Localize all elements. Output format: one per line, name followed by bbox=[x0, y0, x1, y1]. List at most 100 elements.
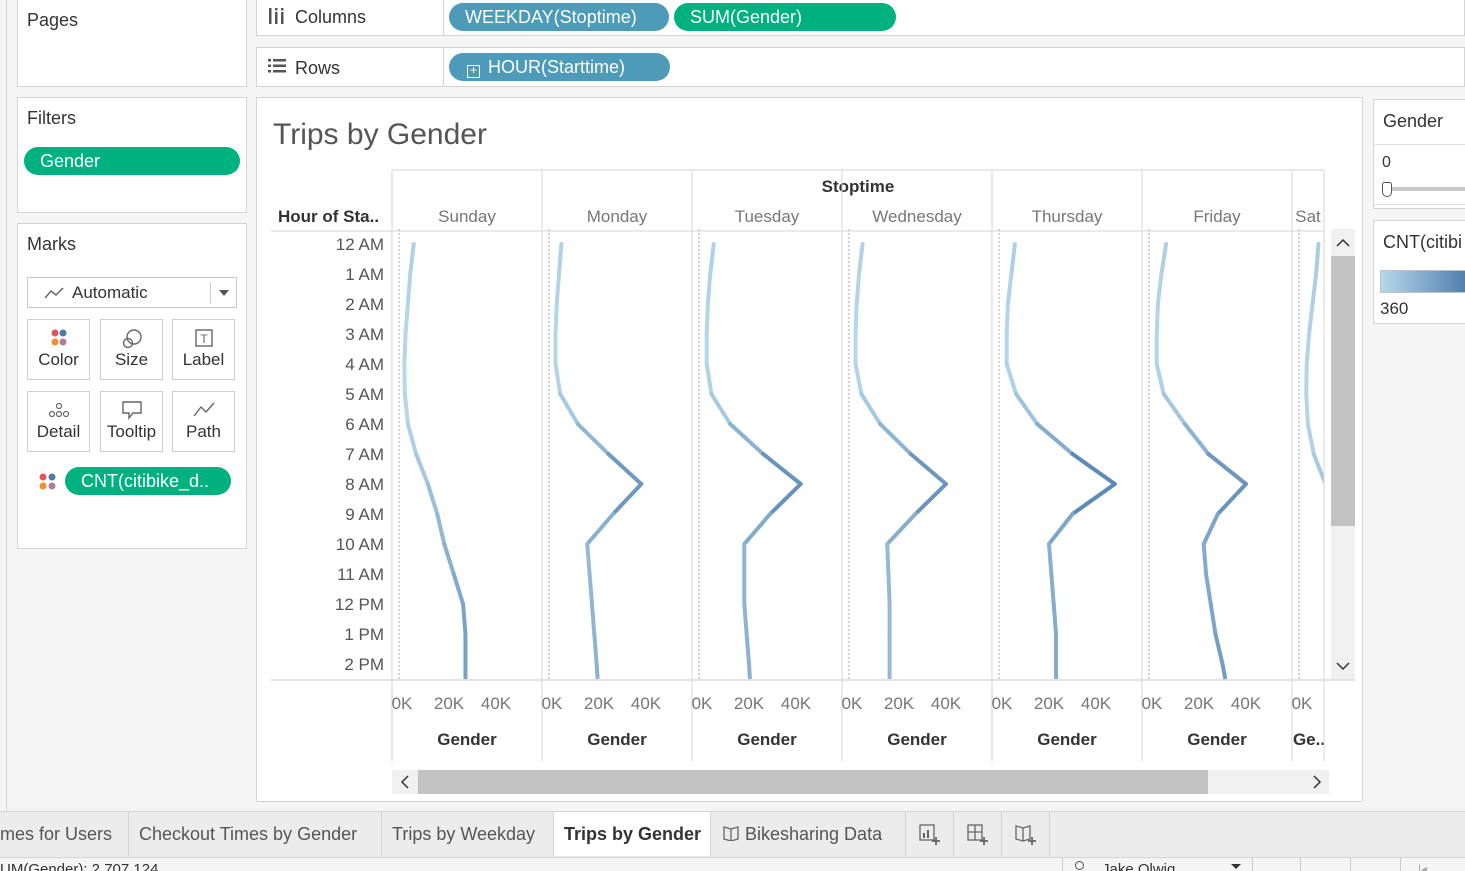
mark-type-dropdown[interactable]: Automatic bbox=[27, 277, 237, 308]
series-segment-4-6 bbox=[1035, 422, 1075, 456]
tooltip-button[interactable]: Tooltip bbox=[100, 391, 163, 452]
series-tail-6 bbox=[1358, 664, 1359, 679]
chevron-down-icon bbox=[219, 290, 229, 296]
marks-title: Marks bbox=[27, 234, 76, 254]
series-segment-4-11 bbox=[1049, 572, 1056, 606]
series-segment-3-9 bbox=[885, 512, 918, 546]
detail-button[interactable]: Detail bbox=[27, 391, 90, 452]
row-label-13: 1 PM bbox=[344, 625, 384, 644]
dropdown-divider bbox=[210, 282, 211, 303]
columns-shelf: Columns WEEKDAY(Stoptime) SUM(Gender) bbox=[256, 0, 1465, 36]
axis-title-5: Gender bbox=[1187, 730, 1247, 749]
series-segment-2-0 bbox=[708, 242, 716, 276]
series-segment-4-8 bbox=[1070, 482, 1117, 516]
series-segment-6-0 bbox=[1314, 242, 1321, 276]
label-button[interactable]: T Label bbox=[172, 319, 235, 380]
tab-trips-by-weekday[interactable]: Trips by Weekday bbox=[382, 812, 554, 856]
series-segment-6-5 bbox=[1304, 392, 1310, 426]
series-segment-4-10 bbox=[1047, 542, 1054, 576]
pane-1: Monday 0K 20K 40K Gender bbox=[541, 170, 662, 761]
series-segment-1-0 bbox=[557, 242, 564, 276]
tab-bikesharing-data[interactable]: Bikesharing Data bbox=[711, 812, 906, 856]
series-segment-1-1 bbox=[554, 272, 562, 306]
rows-pill-hour[interactable]: + HOUR(Starttime) bbox=[449, 53, 670, 81]
series-segment-1-12 bbox=[589, 602, 597, 636]
series-segment-2-8 bbox=[768, 482, 803, 516]
filter-pill-gender[interactable]: Gender bbox=[24, 147, 240, 175]
row-label-1: 1 AM bbox=[345, 265, 384, 284]
pages-title: Pages bbox=[27, 10, 79, 30]
pane-header-2: Tuesday bbox=[735, 207, 800, 226]
new-dashboard-button[interactable] bbox=[954, 812, 1002, 856]
pane-header-5: Friday bbox=[1193, 207, 1241, 226]
pane-3: Wednesday 0K 20K 40K Gender bbox=[841, 170, 962, 761]
row-label-4: 4 AM bbox=[345, 355, 384, 374]
axis-title-1: Gender bbox=[587, 730, 647, 749]
size-button[interactable]: Size bbox=[100, 319, 163, 380]
columns-label: Columns bbox=[295, 7, 367, 27]
series-segment-1-7 bbox=[606, 452, 644, 486]
first-page-icon[interactable]: |◂ bbox=[1418, 862, 1427, 871]
label-button-label: Label bbox=[182, 350, 225, 369]
color-button[interactable]: Color bbox=[27, 319, 90, 380]
series-segment-5-4 bbox=[1154, 362, 1166, 396]
rows-label: Rows bbox=[295, 58, 341, 78]
cnt-legend-card: CNT(citibi 360 bbox=[1373, 220, 1465, 324]
gender-legend-card: Gender 0 bbox=[1373, 99, 1465, 209]
tab-checkout-times-by-gender[interactable]: Checkout Times by Gender bbox=[129, 812, 382, 856]
series-segment-5-12 bbox=[1208, 602, 1218, 636]
series-segment-0-11 bbox=[451, 572, 466, 606]
series-segment-0-12 bbox=[461, 602, 468, 636]
path-button[interactable]: Path bbox=[172, 391, 235, 452]
series-segment-2-9 bbox=[742, 512, 773, 546]
series-segment-2-1 bbox=[705, 272, 713, 306]
cnt-color-ramp bbox=[1380, 270, 1465, 293]
marks-field-pill[interactable]: CNT(citibike_d.. bbox=[65, 467, 231, 495]
axis-title-2: Gender bbox=[737, 730, 797, 749]
axis-tick-4-0: 0K bbox=[992, 694, 1013, 713]
size-icon bbox=[101, 320, 162, 350]
gender-slider-handle[interactable] bbox=[1382, 182, 1392, 197]
row-label-6: 6 AM bbox=[345, 415, 384, 434]
series-segment-2-5 bbox=[709, 392, 733, 426]
gender-slider-track[interactable] bbox=[1384, 187, 1465, 191]
series-segment-0-1 bbox=[405, 272, 413, 306]
new-story-button[interactable] bbox=[1002, 812, 1050, 856]
columns-pill-sum-gender[interactable]: SUM(Gender) bbox=[674, 3, 896, 31]
series-segment-0-0 bbox=[408, 242, 416, 276]
pane-header-4: Thursday bbox=[1032, 207, 1103, 226]
color-field-icon bbox=[38, 472, 58, 497]
tab-times-for-users[interactable]: mes for Users bbox=[0, 812, 129, 856]
status-text: UM(Gender): 2,707,124 bbox=[0, 861, 159, 871]
series-segment-3-5 bbox=[859, 392, 883, 426]
status-divider-3 bbox=[1300, 858, 1301, 871]
tooltip-button-label: Tooltip bbox=[106, 422, 157, 441]
series-segment-3-0 bbox=[857, 242, 865, 276]
series-segment-0-6 bbox=[405, 422, 419, 456]
column-field-header: Stoptime bbox=[822, 177, 895, 196]
series-segment-2-6 bbox=[728, 422, 766, 456]
pane-4: Thursday 0K 20K 40K Gender bbox=[991, 170, 1117, 761]
series-segment-6-1 bbox=[1310, 272, 1319, 306]
axis-tick-0-2: 40K bbox=[481, 694, 512, 713]
series-tail-5 bbox=[1220, 663, 1228, 680]
status-divider-4 bbox=[1350, 858, 1351, 871]
tooltip-icon bbox=[101, 392, 162, 422]
row-label-0: 12 AM bbox=[336, 235, 384, 254]
status-divider-5 bbox=[1400, 858, 1401, 871]
chart-area: Stoptime Hour of Sta.. 12 AM 1 AM 2 AM 3 AM 4 … bbox=[271, 169, 1359, 794]
tab-trips-by-gender[interactable]: Trips by Gender bbox=[554, 812, 711, 856]
row-label-3: 3 AM bbox=[345, 325, 384, 344]
columns-pill-weekday[interactable]: WEEKDAY(Stoptime) bbox=[449, 3, 669, 31]
status-user[interactable]: Jake Olwig bbox=[1102, 861, 1175, 871]
series-segment-4-7 bbox=[1070, 452, 1117, 486]
status-bar: UM(Gender): 2,707,124 Jake Olwig |◂ bbox=[0, 857, 1465, 871]
line-mark-icon bbox=[44, 287, 64, 299]
new-worksheet-button[interactable] bbox=[906, 812, 954, 856]
axis-tick-2-1: 20K bbox=[734, 694, 765, 713]
columns-shelf-divider bbox=[443, 0, 444, 35]
series-tail-1 bbox=[594, 663, 600, 680]
color-button-label: Color bbox=[38, 350, 79, 369]
expand-plus-icon: + bbox=[467, 64, 480, 78]
svg-text:T: T bbox=[200, 332, 208, 346]
